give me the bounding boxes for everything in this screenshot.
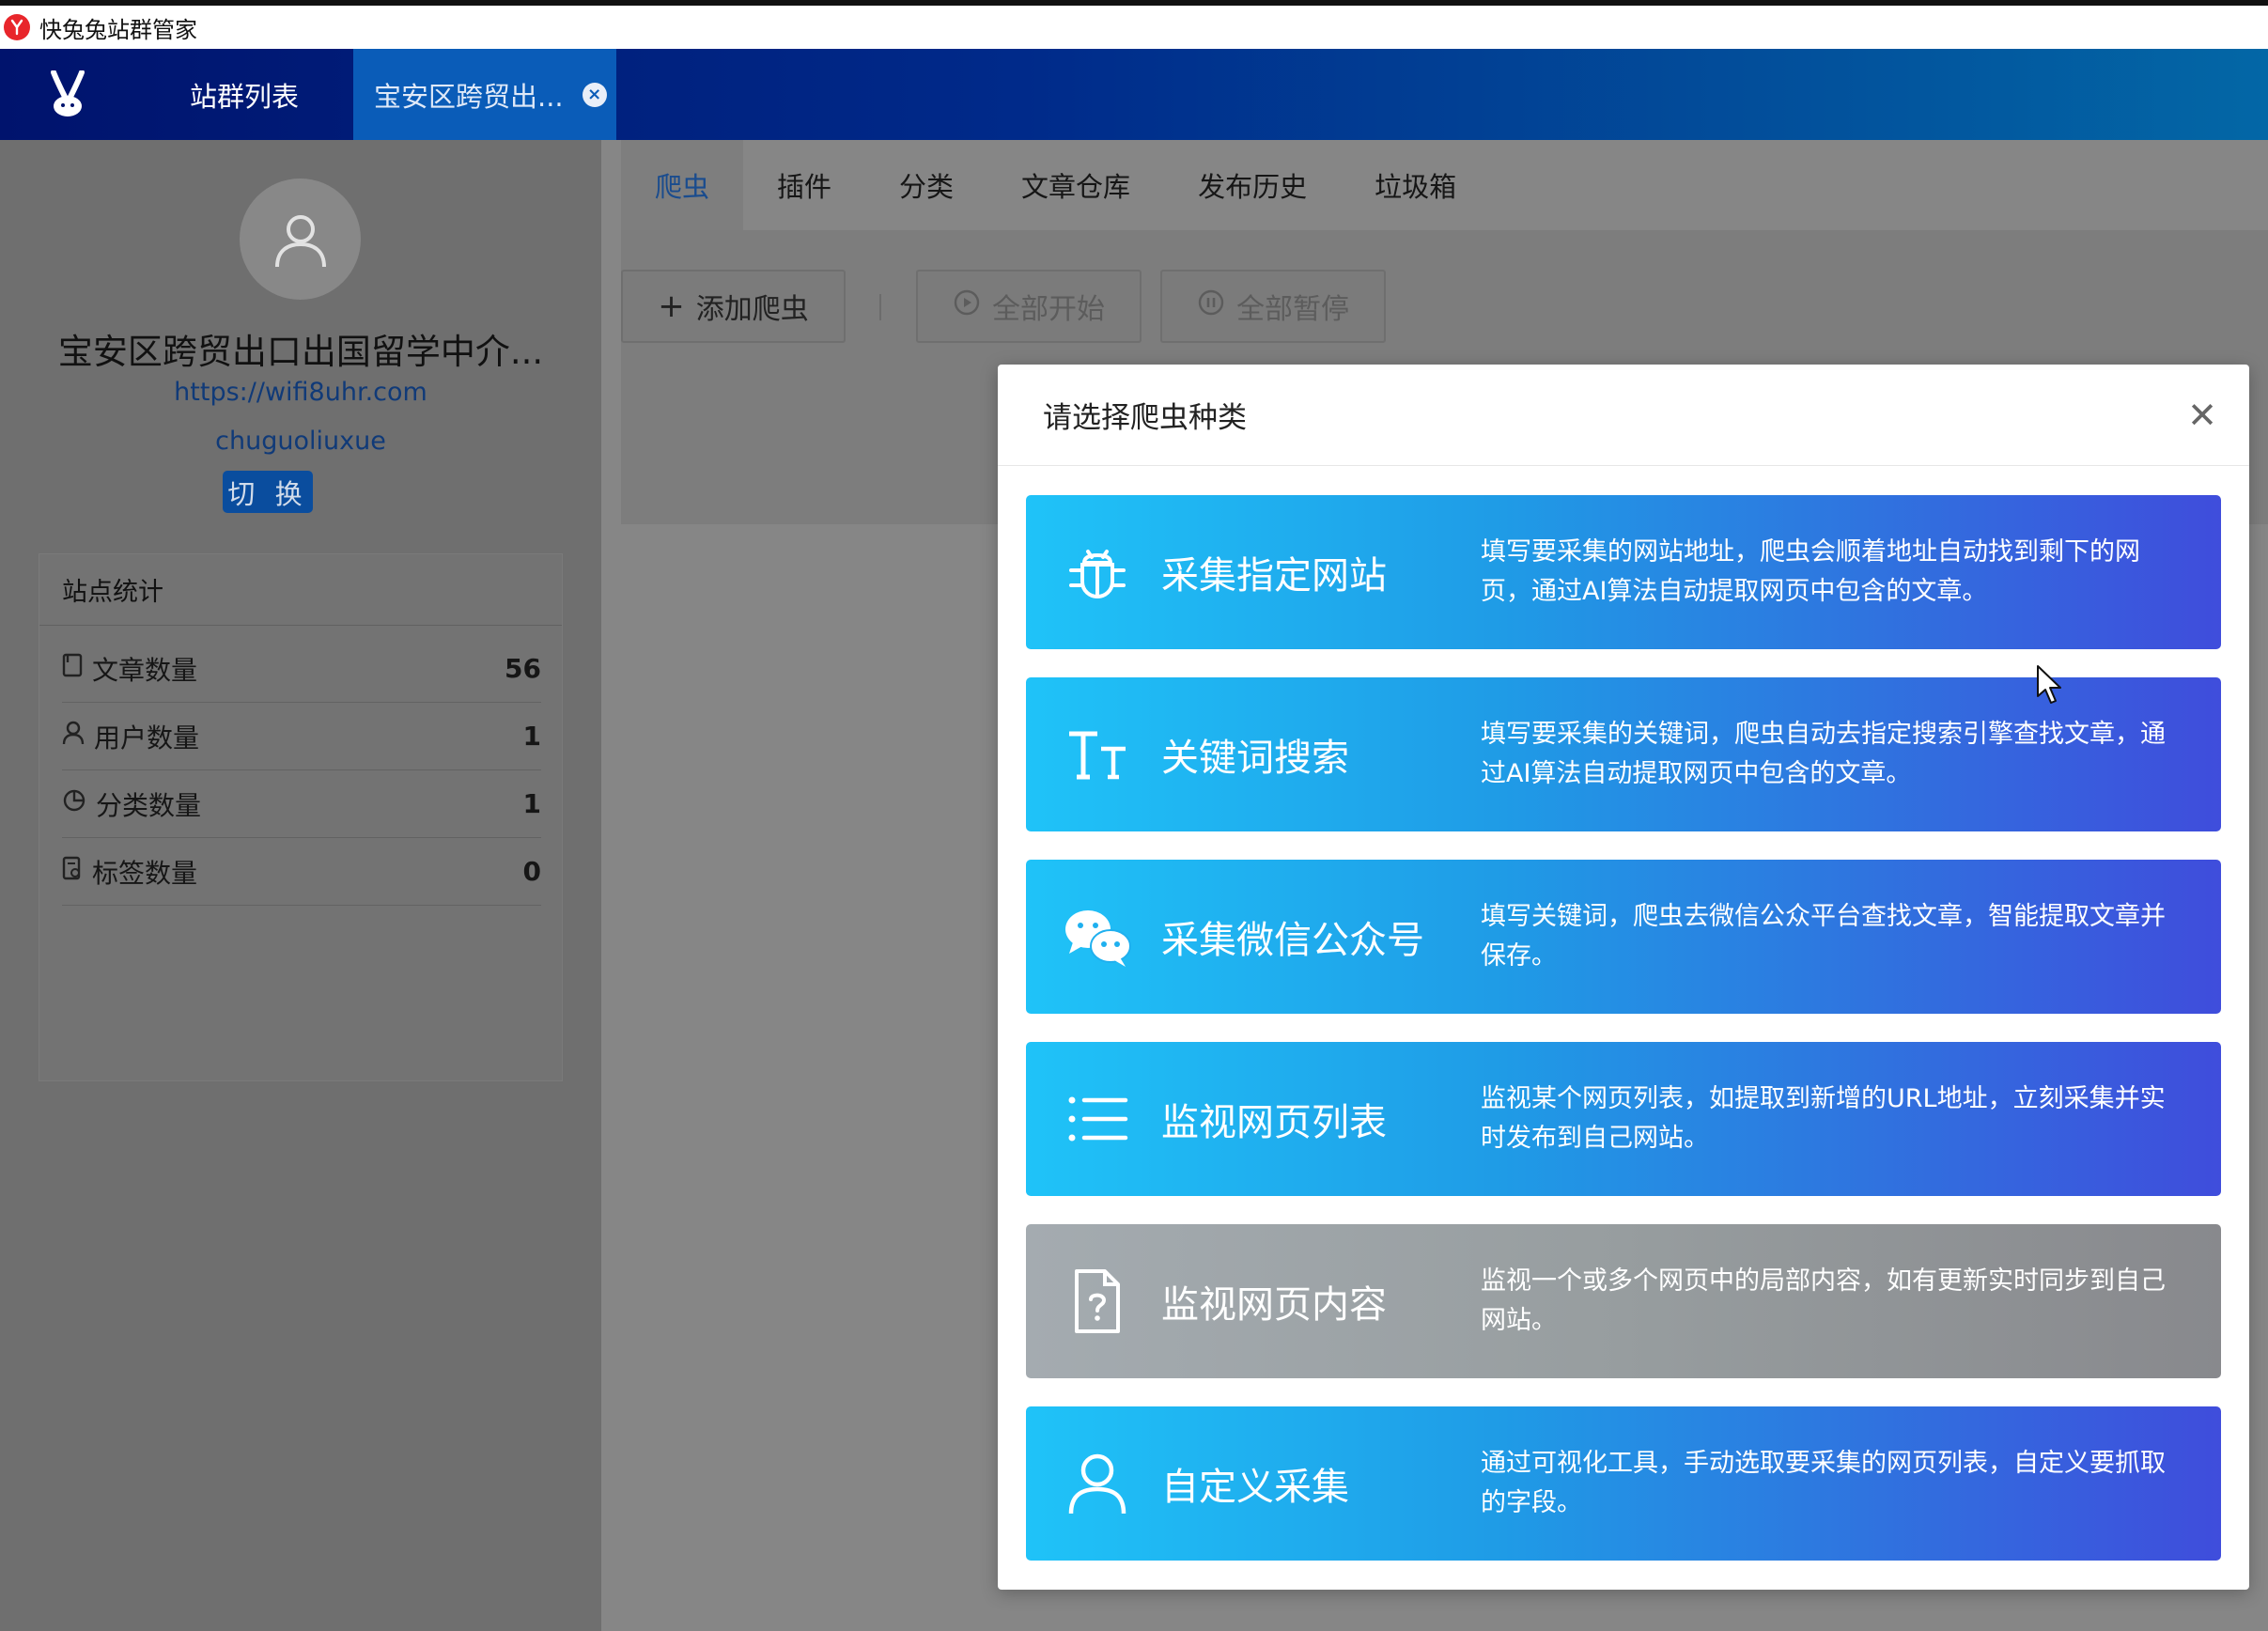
option-description: 填写关键词，爬虫去微信公众平台查找文章，智能提取文章并保存。 <box>1481 902 2166 971</box>
mouse-cursor-icon <box>2037 665 2061 704</box>
tab-trash[interactable]: 垃圾箱 <box>1341 140 1490 230</box>
tab-site-list[interactable]: 站群列表 <box>135 49 353 140</box>
stat-label: 分类数量 <box>96 789 202 821</box>
pause-circle-icon <box>1197 288 1225 324</box>
user-icon <box>62 721 85 752</box>
option-name: 监视网页内容 <box>1161 1283 1387 1327</box>
text-size-icon <box>1062 719 1133 790</box>
tab-categories[interactable]: 分类 <box>865 140 987 230</box>
option-description: 监视一个或多个网页中的局部内容，如有更新实时同步到自己网站。 <box>1481 1266 2166 1335</box>
pause-all-button[interactable]: 全部暂停 <box>1160 270 1386 343</box>
dialog-header: 请选择爬虫种类 ✕ <box>998 365 2249 466</box>
switch-button[interactable]: 切 换 <box>223 471 313 513</box>
plus-icon: + <box>658 287 685 325</box>
option-name: 采集指定网站 <box>1161 554 1387 598</box>
site-sidebar: 宝安区跨贸出口出国留学中介... https://wifi8uhr.com ch… <box>0 140 601 1631</box>
site-url-link[interactable]: https://wifi8uhr.com <box>0 378 601 407</box>
option-description: 监视某个网页列表，如提取到新增的URL地址，立刻采集并实时发布到自己网站。 <box>1481 1084 2166 1153</box>
stat-value: 1 <box>522 788 541 819</box>
option-name: 监视网页列表 <box>1161 1101 1387 1144</box>
option-description: 填写要采集的关键词，爬虫自动去指定搜索引擎查找文章，通过AI算法自动提取网页中包… <box>1481 720 2166 788</box>
option-description: 通过可视化工具，手动选取要采集的网页列表，自定义要抓取的字段。 <box>1481 1449 2166 1517</box>
crawler-option-monitor-content[interactable]: 监视网页内容 监视一个或多个网页中的局部内容，如有更新实时同步到自己网站。 <box>1026 1224 2221 1378</box>
pie-chart-icon <box>62 788 86 819</box>
option-name: 关键词搜索 <box>1161 737 1349 780</box>
stat-row-categories: 分类数量 1 <box>62 770 541 838</box>
tab-plugins[interactable]: 插件 <box>743 140 865 230</box>
crawler-option-custom[interactable]: 自定义采集 通过可视化工具，手动选取要采集的网页列表，自定义要抓取的字段。 <box>1026 1406 2221 1561</box>
document-icon <box>62 653 83 684</box>
stat-row-tags: 标签数量 0 <box>62 838 541 906</box>
avatar <box>240 179 361 300</box>
close-icon[interactable]: ✕ <box>2187 395 2217 436</box>
tab-label: 宝安区跨贸出... <box>374 80 564 113</box>
wechat-icon <box>1062 901 1133 972</box>
stat-label: 用户数量 <box>94 722 200 753</box>
site-name: 宝安区跨贸出口出国留学中介... <box>57 332 544 372</box>
button-label: 全部开始 <box>992 293 1105 326</box>
bug-icon <box>1062 536 1133 608</box>
tab-label: 站群列表 <box>189 80 299 113</box>
window-title: 快兔兔站群管家 <box>39 16 197 43</box>
site-username: chuguoliuxue <box>215 427 386 456</box>
site-stats-panel: 站点统计 文章数量 56 用户数量 1 分类数量 1 标签数量 0 <box>39 553 563 1081</box>
add-crawler-button[interactable]: + 添加爬虫 <box>621 270 846 343</box>
play-circle-icon <box>953 288 981 324</box>
crawler-option-site[interactable]: 采集指定网站 填写要采集的网站地址，爬虫会顺着地址自动找到剩下的网页，通过AI算… <box>1026 495 2221 649</box>
stat-label: 文章数量 <box>92 654 198 686</box>
stat-value: 0 <box>522 856 541 887</box>
option-name: 采集微信公众号 <box>1161 919 1424 962</box>
stats-title: 站点统计 <box>39 554 562 626</box>
app-header: 站群列表 宝安区跨贸出... × <box>0 49 2268 140</box>
stat-row-users: 用户数量 1 <box>62 703 541 770</box>
window-titlebar: 快兔兔站群管家 <box>0 0 2268 49</box>
close-tab-icon[interactable]: × <box>582 82 607 107</box>
option-name: 自定义采集 <box>1161 1466 1349 1509</box>
rabbit-logo-icon[interactable] <box>0 49 135 140</box>
list-icon <box>1062 1083 1133 1155</box>
dialog-title: 请选择爬虫种类 <box>1043 401 1247 435</box>
content-tabs: 爬虫 插件 分类 文章仓库 发布历史 垃圾箱 <box>621 140 1490 230</box>
tag-icon <box>62 856 83 887</box>
button-label: 全部暂停 <box>1236 293 1349 326</box>
option-description: 填写要采集的网站地址，爬虫会顺着地址自动找到剩下的网页，通过AI算法自动提取网页… <box>1481 537 2140 606</box>
tab-current-site[interactable]: 宝安区跨贸出... × <box>353 49 616 140</box>
start-all-button[interactable]: 全部开始 <box>916 270 1142 343</box>
crawler-type-dialog: 请选择爬虫种类 ✕ 采集指定网站 填写要采集的网站地址，爬虫会顺着地址自动找到剩… <box>998 365 2249 1590</box>
user-icon <box>1062 1448 1133 1519</box>
stat-label: 标签数量 <box>92 857 198 889</box>
app-logo-icon <box>4 14 30 40</box>
stat-value: 56 <box>505 653 541 684</box>
button-label: 添加爬虫 <box>695 293 809 326</box>
stat-row-articles: 文章数量 56 <box>62 635 541 703</box>
crawler-option-wechat[interactable]: 采集微信公众号 填写关键词，爬虫去微信公众平台查找文章，智能提取文章并保存。 <box>1026 860 2221 1014</box>
tab-crawler[interactable]: 爬虫 <box>621 140 744 230</box>
tab-publish-history[interactable]: 发布历史 <box>1164 140 1341 230</box>
tab-article-repo[interactable]: 文章仓库 <box>987 140 1164 230</box>
toolbar-divider <box>879 294 881 320</box>
stat-value: 1 <box>522 721 541 752</box>
question-file-icon <box>1062 1266 1133 1337</box>
crawler-option-monitor-list[interactable]: 监视网页列表 监视某个网页列表，如提取到新增的URL地址，立刻采集并实时发布到自… <box>1026 1042 2221 1196</box>
